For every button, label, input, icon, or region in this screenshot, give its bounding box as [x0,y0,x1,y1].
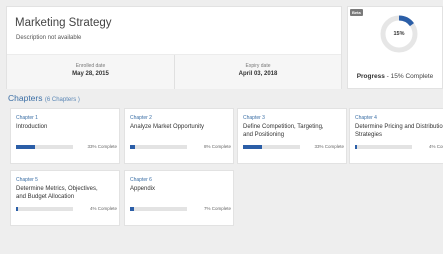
beta-badge: Beta [350,9,363,16]
course-title: Marketing Strategy [15,17,112,29]
chapter-number: Chapter 3 [243,115,265,121]
chapter-progress-bar [130,207,187,211]
progress-caption-bold: Progress [356,73,385,80]
chapter-title-line: Analyze Market Opportunity [130,124,205,130]
chapter-title-line: and Positioning [243,132,285,138]
chapter-progress-fill [130,207,134,211]
enrolled-date-value: May 28, 2015 [72,71,109,77]
chapter-card[interactable]: Chapter 2 Analyze Market Opportunity 8% Co… [124,108,234,164]
chapter-progress-bar [243,145,300,149]
chapter-complete-label: 8% Complete [203,144,231,149]
chapter-complete-label: 4% Complete [428,144,443,149]
chapter-card[interactable]: Chapter 4 Determine Pricing and Distribut… [349,108,443,164]
chapter-title-line: and Budget Allocation [16,194,75,200]
chapter-number: Chapter 4 [355,115,377,121]
course-description: Description not available [16,35,82,41]
chapter-progress-fill [16,145,35,149]
chapter-progress-bar [130,145,187,149]
chapter-card[interactable]: Chapter 3 Define Competition, Targeting, a… [237,108,347,164]
chapter-title[interactable]: Analyze Market Opportunity [130,123,234,131]
course-summary-card: Marketing Strategy Description not avail… [6,6,342,89]
chapter-number: Chapter 5 [16,177,38,183]
chapter-title-line: Introduction [16,124,48,130]
chapter-number: Chapter 6 [130,177,152,183]
chapter-complete-label: 4% Complete [89,206,117,211]
enrolled-date-label: Enrolled date [75,63,106,69]
chapter-card[interactable]: Chapter 6 Appendix 7% Complete [124,170,234,226]
chapter-progress-bar [355,145,412,149]
progress-caption: Progress - 15% Complete [348,73,442,80]
chapter-title[interactable]: Determine Metrics, Objectives, and Budget… [16,185,120,201]
chapter-progress-fill [16,207,19,211]
dates-row: Enrolled date May 28, 2015 Expiry date A… [7,54,341,89]
chapters-heading: Chapters (6 Chapters ) [8,93,80,103]
enrolled-date: Enrolled date May 28, 2015 [7,55,174,89]
progress-caption-rest: - 15% Complete [384,73,434,80]
expiry-date-value: April 03, 2018 [238,71,278,77]
chapter-progress-fill [243,145,262,149]
chapter-progress-fill [355,145,358,149]
chapter-title[interactable]: Appendix [130,185,234,193]
chapter-progress-bar [16,145,73,149]
progress-card: Beta 15% Progress - 15% Complete [347,6,443,89]
chapter-complete-label: 33% Complete [87,144,117,149]
chapter-title-line: Define Competition, Targeting, [243,124,324,130]
chapter-title[interactable]: Determine Pricing and Distribution Strate… [355,123,443,139]
chapter-progress-bar [16,207,73,211]
expiry-date-label: Expiry date [245,63,271,69]
chapter-title[interactable]: Define Competition, Targeting, and Positi… [243,123,347,139]
chapter-title-line: Strategies [355,132,383,138]
chapter-title-line: Determine Metrics, Objectives, [16,186,98,192]
chapter-progress-fill [130,145,135,149]
chapter-title[interactable]: Introduction [16,123,120,131]
chapter-card[interactable]: Chapter 1 Introduction 33% Complete [10,108,120,164]
chapter-number: Chapter 2 [130,115,152,121]
chapter-title-line: Determine Pricing and Distribution [355,124,443,130]
chapters-count: (6 Chapters ) [44,97,80,103]
chapter-title-line: Appendix [130,186,156,192]
chapter-card[interactable]: Chapter 5 Determine Metrics, Objectives, a… [10,170,120,226]
chapter-complete-label: 7% Complete [203,206,231,211]
progress-percent: 15% [393,31,405,37]
chapter-complete-label: 33% Complete [314,144,344,149]
chapter-number: Chapter 1 [16,115,38,121]
expiry-date: Expiry date April 03, 2018 [174,55,341,89]
chapters-heading-label: Chapters [8,93,43,103]
